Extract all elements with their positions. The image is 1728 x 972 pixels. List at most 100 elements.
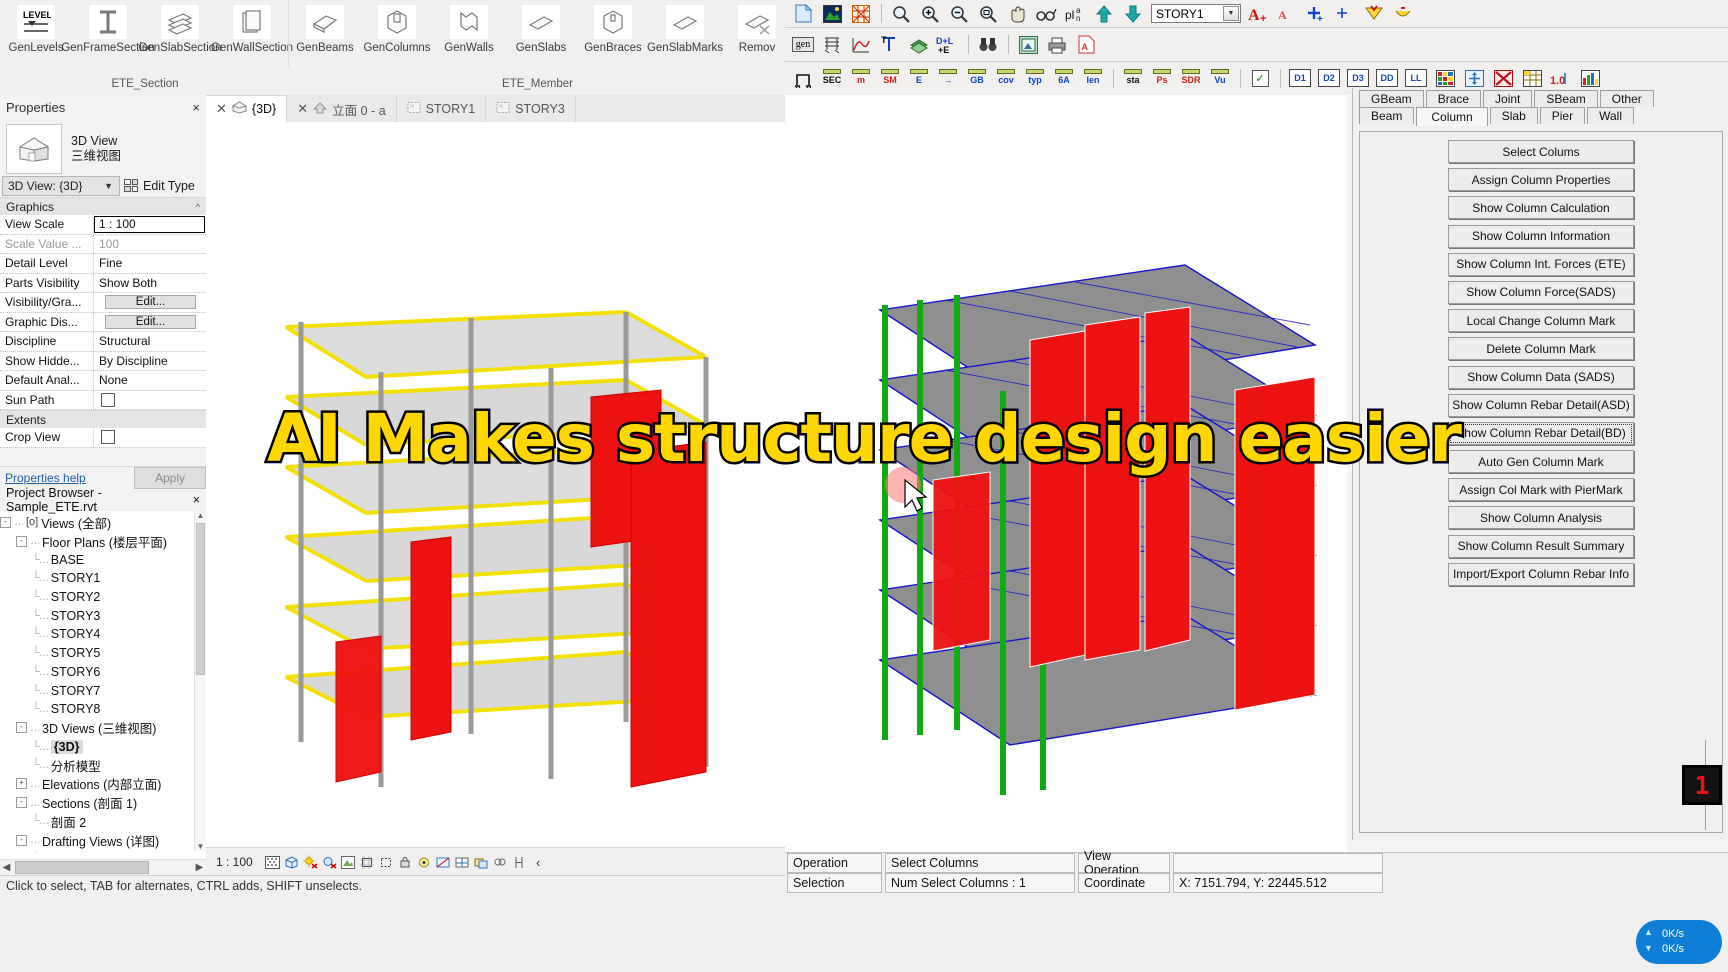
- panel-button-show-column-int-forces-ete[interactable]: Show Column Int. Forces (ETE): [1448, 252, 1634, 276]
- tree-item[interactable]: -… [o] Views (全部): [0, 513, 206, 532]
- property-value[interactable]: Structural: [93, 332, 206, 351]
- panel-button-assign-column-properties[interactable]: Assign Column Properties: [1448, 168, 1634, 192]
- tree-item[interactable]: -… Sections (剖面 1): [0, 793, 206, 812]
- curve-icon[interactable]: [847, 33, 875, 57]
- more-icon[interactable]: ‹: [529, 853, 548, 872]
- property-value[interactable]: 1 : 100: [93, 215, 206, 234]
- panel-button-assign-col-mark-with-piermark[interactable]: Assign Col Mark with PierMark: [1448, 478, 1634, 502]
- ribbon-button-genwallsection[interactable]: GenWallSection: [211, 2, 293, 54]
- reveal-hidden-icon[interactable]: [434, 853, 453, 872]
- tree-toggle-icon[interactable]: -: [16, 834, 27, 846]
- zoom-out-icon[interactable]: [945, 2, 973, 26]
- close-icon[interactable]: ✕: [297, 101, 308, 117]
- close-x-icon[interactable]: [1489, 66, 1517, 90]
- grid-color-icon[interactable]: [1431, 66, 1459, 90]
- mesh-icon[interactable]: [847, 2, 875, 26]
- net-speed-widget[interactable]: ▲ ▼ 0K/s 0K/s: [1636, 920, 1722, 964]
- crop-view-icon[interactable]: [358, 853, 377, 872]
- ribbon-button-genbraces[interactable]: GenBraces: [577, 2, 649, 54]
- zoom-window-icon[interactable]: [974, 2, 1002, 26]
- property-value[interactable]: By Discipline: [93, 351, 206, 370]
- scroll-right-icon[interactable]: ▶: [193, 862, 206, 873]
- panel-button-show-column-rebar-detail-asd[interactable]: Show Column Rebar Detail(ASD): [1448, 393, 1634, 417]
- table-icon[interactable]: [1518, 66, 1546, 90]
- panel-button-auto-gen-column-mark[interactable]: Auto Gen Column Mark: [1448, 450, 1634, 474]
- panel-button-select-colums[interactable]: Select Colums: [1448, 140, 1634, 163]
- d-icon[interactable]: D2: [1315, 66, 1343, 90]
- property-edit-button[interactable]: Edit...: [105, 295, 196, 310]
- marker-plus-icon[interactable]: +: [1302, 2, 1330, 26]
- tree-toggle-icon[interactable]: -: [0, 516, 11, 528]
- view-tab-0a[interactable]: ✕ 立面 0 - a: [287, 96, 397, 122]
- scroll-left-icon[interactable]: ◀: [0, 862, 13, 873]
- tree-item[interactable]: └… BASE: [0, 550, 206, 569]
- bar-icon[interactable]: 6A: [1050, 66, 1078, 90]
- panel-button-local-change-column-mark[interactable]: Local Change Column Mark: [1448, 309, 1634, 333]
- ribbon-button-genslabs[interactable]: GenSlabs: [505, 2, 577, 54]
- sun-path-off-icon[interactable]: [301, 853, 320, 872]
- tree-item[interactable]: └… 分析模型: [0, 756, 206, 775]
- property-checkbox[interactable]: [101, 392, 115, 407]
- dl-e-icon[interactable]: D+L +E: [934, 33, 962, 57]
- section-t-icon[interactable]: T: [876, 33, 904, 57]
- tree-item[interactable]: └… STORY5: [0, 644, 206, 663]
- open-image-icon[interactable]: [818, 2, 846, 26]
- worksharing-icon[interactable]: [491, 853, 510, 872]
- temp-hide-icon[interactable]: [415, 853, 434, 872]
- tree-item[interactable]: -… Floor Plans (楼层平面): [0, 532, 206, 551]
- view-tab-3d[interactable]: ✕ {3D}: [206, 95, 288, 122]
- tree-item[interactable]: -… Drafting Views (详图): [0, 831, 206, 850]
- tree-toggle-icon[interactable]: +: [16, 778, 27, 790]
- revit-3d-canvas[interactable]: [206, 122, 784, 847]
- marker-minus-icon[interactable]: _: [1331, 2, 1359, 26]
- d-icon[interactable]: LL: [1402, 66, 1430, 90]
- collapse-icon[interactable]: ^: [196, 202, 200, 212]
- picture-icon[interactable]: [1014, 33, 1042, 57]
- print-icon[interactable]: [1043, 33, 1071, 57]
- tree-toggle-icon[interactable]: -: [16, 797, 27, 809]
- bar-icon[interactable]: Vu: [1206, 66, 1234, 90]
- tree-item[interactable]: └… 剖面 2: [0, 812, 206, 831]
- lock-3d-icon[interactable]: [396, 853, 415, 872]
- tree-item[interactable]: └… STORY6: [0, 663, 206, 682]
- tree-item[interactable]: └… STORY7: [0, 681, 206, 700]
- panel-tab-column[interactable]: Column: [1416, 107, 1488, 126]
- tree-item[interactable]: └… STORY8: [0, 700, 206, 719]
- panel-button-show-column-force-sads[interactable]: Show Column Force(SADS): [1448, 280, 1634, 304]
- panel-button-import-export-column-rebar-info[interactable]: Import/Export Column Rebar Info: [1448, 562, 1634, 586]
- tree-item[interactable]: └… STORY4: [0, 625, 206, 644]
- zoom-icon[interactable]: [887, 2, 915, 26]
- panel-button-show-column-result-summary[interactable]: Show Column Result Summary: [1448, 534, 1634, 558]
- bar-icon[interactable]: E: [905, 66, 933, 90]
- highlight-displace-icon[interactable]: [472, 853, 491, 872]
- ribbon-button-remov[interactable]: Remov: [721, 2, 793, 54]
- panel-button-show-column-data-sads[interactable]: Show Column Data (SADS): [1448, 365, 1634, 389]
- bar-icon[interactable]: len: [1079, 66, 1107, 90]
- bar-icon[interactable]: m: [847, 66, 875, 90]
- text-smaller-icon[interactable]: A _: [1273, 2, 1301, 26]
- ribbon-button-genbeams[interactable]: GenBeams: [289, 2, 361, 54]
- type-selector-dropdown[interactable]: 3D View: {3D} ▼: [2, 176, 120, 196]
- browser-vertical-scrollbar[interactable]: ▲ ▼: [194, 511, 206, 851]
- panel-button-show-column-analysis[interactable]: Show Column Analysis: [1448, 506, 1634, 530]
- support-icon[interactable]: [789, 66, 817, 90]
- highlight-down-icon[interactable]: [1360, 2, 1388, 26]
- properties-help-link[interactable]: Properties help: [0, 471, 86, 485]
- t10-icon[interactable]: 1.0: [1547, 66, 1575, 90]
- panel-tab-sbeam[interactable]: SBeam: [1534, 90, 1598, 107]
- plan-icon[interactable]: pl a n: [1061, 2, 1089, 26]
- scroll-thumb[interactable]: [15, 861, 149, 874]
- panel-tab-other[interactable]: Other: [1599, 90, 1654, 107]
- d-icon[interactable]: DD: [1373, 66, 1401, 90]
- ribbon-button-genslabsection[interactable]: GenSlabSection: [138, 2, 222, 54]
- edit-type-button[interactable]: Edit Type: [124, 179, 195, 193]
- move-icon[interactable]: [1460, 66, 1488, 90]
- panel-tab-joint[interactable]: Joint: [1483, 90, 1533, 107]
- panel-tab-brace[interactable]: Brace: [1425, 90, 1482, 107]
- panel-button-show-column-rebar-detail-bd[interactable]: Show Column Rebar Detail(BD): [1448, 421, 1634, 445]
- panel-tab-beam[interactable]: Beam: [1359, 107, 1415, 124]
- layers-icon[interactable]: [905, 33, 933, 57]
- story-dropdown[interactable]: STORY1 ▼: [1151, 4, 1241, 23]
- property-value[interactable]: Show Both: [93, 273, 206, 292]
- text-bigger-icon[interactable]: A +: [1244, 2, 1272, 26]
